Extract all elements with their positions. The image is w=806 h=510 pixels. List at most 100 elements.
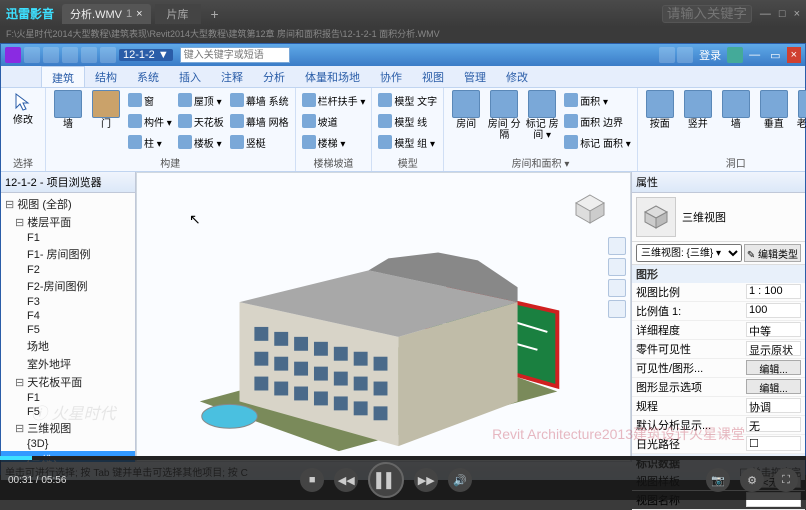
undo-icon[interactable]: [62, 47, 78, 63]
door-button[interactable]: 门: [88, 90, 124, 155]
curtain-system-button[interactable]: 幕墙 系统: [228, 90, 291, 110]
tree-item[interactable]: 场地: [1, 337, 135, 355]
room-separator-button[interactable]: 房间 分隔: [486, 90, 522, 155]
prop-row-discipline[interactable]: 规程协调: [632, 397, 805, 416]
tree-item[interactable]: F4: [1, 309, 135, 323]
tag-area-button[interactable]: 标记 面积 ▾: [562, 132, 633, 152]
tree-item[interactable]: F1- 房间图例: [1, 245, 135, 263]
play-pause-button[interactable]: ▌▌: [368, 462, 404, 498]
stop-button[interactable]: ■: [300, 468, 324, 492]
tab-manage[interactable]: 管理: [454, 66, 496, 87]
window-button[interactable]: 窗: [126, 90, 174, 110]
prev-button[interactable]: ◀◀: [334, 468, 358, 492]
tree-item[interactable]: 室外地坪: [1, 355, 135, 373]
area-button[interactable]: 面积 ▾: [562, 90, 633, 110]
model-text-button[interactable]: 模型 文字: [376, 90, 439, 110]
model-group-button[interactable]: 模型 组 ▾: [376, 132, 439, 152]
props-group-graphics[interactable]: 图形: [632, 265, 805, 283]
tree-group-floorplans[interactable]: 楼层平面: [1, 213, 135, 231]
user-icon[interactable]: [677, 47, 693, 63]
save-icon[interactable]: [43, 47, 59, 63]
player-search-input[interactable]: [662, 5, 752, 23]
inner-close-icon[interactable]: ×: [787, 47, 801, 63]
opening-wall-button[interactable]: 墙: [718, 90, 754, 155]
tree-root-views[interactable]: 视图 (全部): [1, 195, 135, 213]
area-boundary-button[interactable]: 面积 边界: [562, 111, 633, 131]
tree-item[interactable]: F1: [1, 391, 135, 405]
railing-button[interactable]: 栏杆扶手 ▾: [300, 90, 368, 110]
tree-group-ceilingplans[interactable]: 天花板平面: [1, 373, 135, 391]
prop-row-sunpath[interactable]: 日光路径☐: [632, 435, 805, 454]
prop-row-parts[interactable]: 零件可见性显示原状态: [632, 340, 805, 359]
login-link[interactable]: 登录: [695, 47, 725, 63]
tab-architecture[interactable]: 建筑: [41, 66, 85, 87]
opening-dormer-button[interactable]: 老虎窗: [794, 90, 806, 155]
progress-bar[interactable]: [0, 456, 806, 460]
model-line-button[interactable]: 模型 线: [376, 111, 439, 131]
ceiling-button[interactable]: 天花板: [176, 111, 226, 131]
prop-row-scale[interactable]: 视图比例1 : 100: [632, 283, 805, 302]
prop-row-detail[interactable]: 详细程度中等: [632, 321, 805, 340]
inner-minimize-icon[interactable]: —: [745, 49, 764, 61]
tree-group-3dviews[interactable]: 三维视图: [1, 419, 135, 437]
properties-instance-selector[interactable]: 三维视图: {三维} ▾: [636, 244, 742, 262]
tab-analyze[interactable]: 分析: [253, 66, 295, 87]
tab-modify[interactable]: 修改: [496, 66, 538, 87]
tab-systems[interactable]: 系统: [127, 66, 169, 87]
tree-item[interactable]: {3D}: [1, 437, 135, 451]
tab-structure[interactable]: 结构: [85, 66, 127, 87]
tree-item[interactable]: F2-房间图例: [1, 277, 135, 295]
roof-button[interactable]: 屋顶 ▾: [176, 90, 226, 110]
opening-byface-button[interactable]: 按面: [642, 90, 678, 155]
redo-icon[interactable]: [81, 47, 97, 63]
wall-button[interactable]: 墙: [50, 90, 86, 155]
fullscreen-button[interactable]: ⛶: [774, 468, 798, 492]
stair-button[interactable]: 楼梯 ▾: [300, 132, 368, 152]
print-icon[interactable]: [100, 47, 116, 63]
tab-collaborate[interactable]: 协作: [370, 66, 412, 87]
curtain-grid-button[interactable]: 幕墙 网格: [228, 111, 291, 131]
info-icon[interactable]: [659, 47, 675, 63]
app-menu-icon[interactable]: [5, 47, 21, 63]
settings-button[interactable]: ⚙: [740, 468, 764, 492]
project-browser-tree[interactable]: 视图 (全部) 楼层平面 F1 F1- 房间图例 F2 F2-房间图例 F3 F…: [1, 193, 135, 462]
maximize-icon[interactable]: □: [779, 8, 786, 20]
opening-vertical-button[interactable]: 垂直: [756, 90, 792, 155]
minimize-icon[interactable]: —: [760, 8, 771, 20]
doc-name-dropdown[interactable]: 12-1-2 ▼: [119, 49, 173, 61]
tree-item[interactable]: F3: [1, 295, 135, 309]
modify-button[interactable]: 修改: [5, 90, 41, 155]
player-tab-active[interactable]: 分析.WMV 1 ×: [62, 4, 151, 24]
opening-shaft-button[interactable]: 竖并: [680, 90, 716, 155]
tab-massing[interactable]: 体量和场地: [295, 66, 370, 87]
tree-item[interactable]: F5: [1, 323, 135, 337]
floor-button[interactable]: 楼板 ▾: [176, 132, 226, 152]
tag-room-button[interactable]: 标记 房间 ▾: [524, 90, 560, 155]
next-button[interactable]: ▶▶: [414, 468, 438, 492]
prop-row-visibility[interactable]: 可见性/图形...编辑...: [632, 359, 805, 378]
player-tab-library[interactable]: 片库: [155, 4, 201, 24]
room-button[interactable]: 房间: [448, 90, 484, 155]
prop-row-scale-value[interactable]: 比例值 1:100: [632, 302, 805, 321]
mullion-button[interactable]: 竖梃: [228, 132, 291, 152]
close-tab-icon[interactable]: ×: [136, 8, 142, 20]
tree-item[interactable]: F1: [1, 231, 135, 245]
viewcube[interactable]: [572, 191, 608, 227]
ramp-button[interactable]: 坡道: [300, 111, 368, 131]
tab-insert[interactable]: 插入: [169, 66, 211, 87]
tab-view[interactable]: 视图: [412, 66, 454, 87]
prop-row-analysis[interactable]: 默认分析显示...无: [632, 416, 805, 435]
tree-item[interactable]: F5: [1, 405, 135, 419]
inner-restore-icon[interactable]: ▭: [766, 49, 784, 62]
tree-item[interactable]: F2: [1, 263, 135, 277]
open-icon[interactable]: [24, 47, 40, 63]
component-button[interactable]: 构件 ▾: [126, 111, 174, 131]
3d-viewport[interactable]: ↖: [136, 172, 631, 462]
prop-row-display[interactable]: 图形显示选项编辑...: [632, 378, 805, 397]
zoom-icon[interactable]: [608, 279, 626, 297]
volume-button[interactable]: 🔊: [448, 468, 472, 492]
close-icon[interactable]: ×: [794, 8, 800, 20]
help-search-input[interactable]: [180, 47, 290, 63]
column-button[interactable]: 柱 ▾: [126, 132, 174, 152]
screenshot-button[interactable]: 📷: [706, 468, 730, 492]
